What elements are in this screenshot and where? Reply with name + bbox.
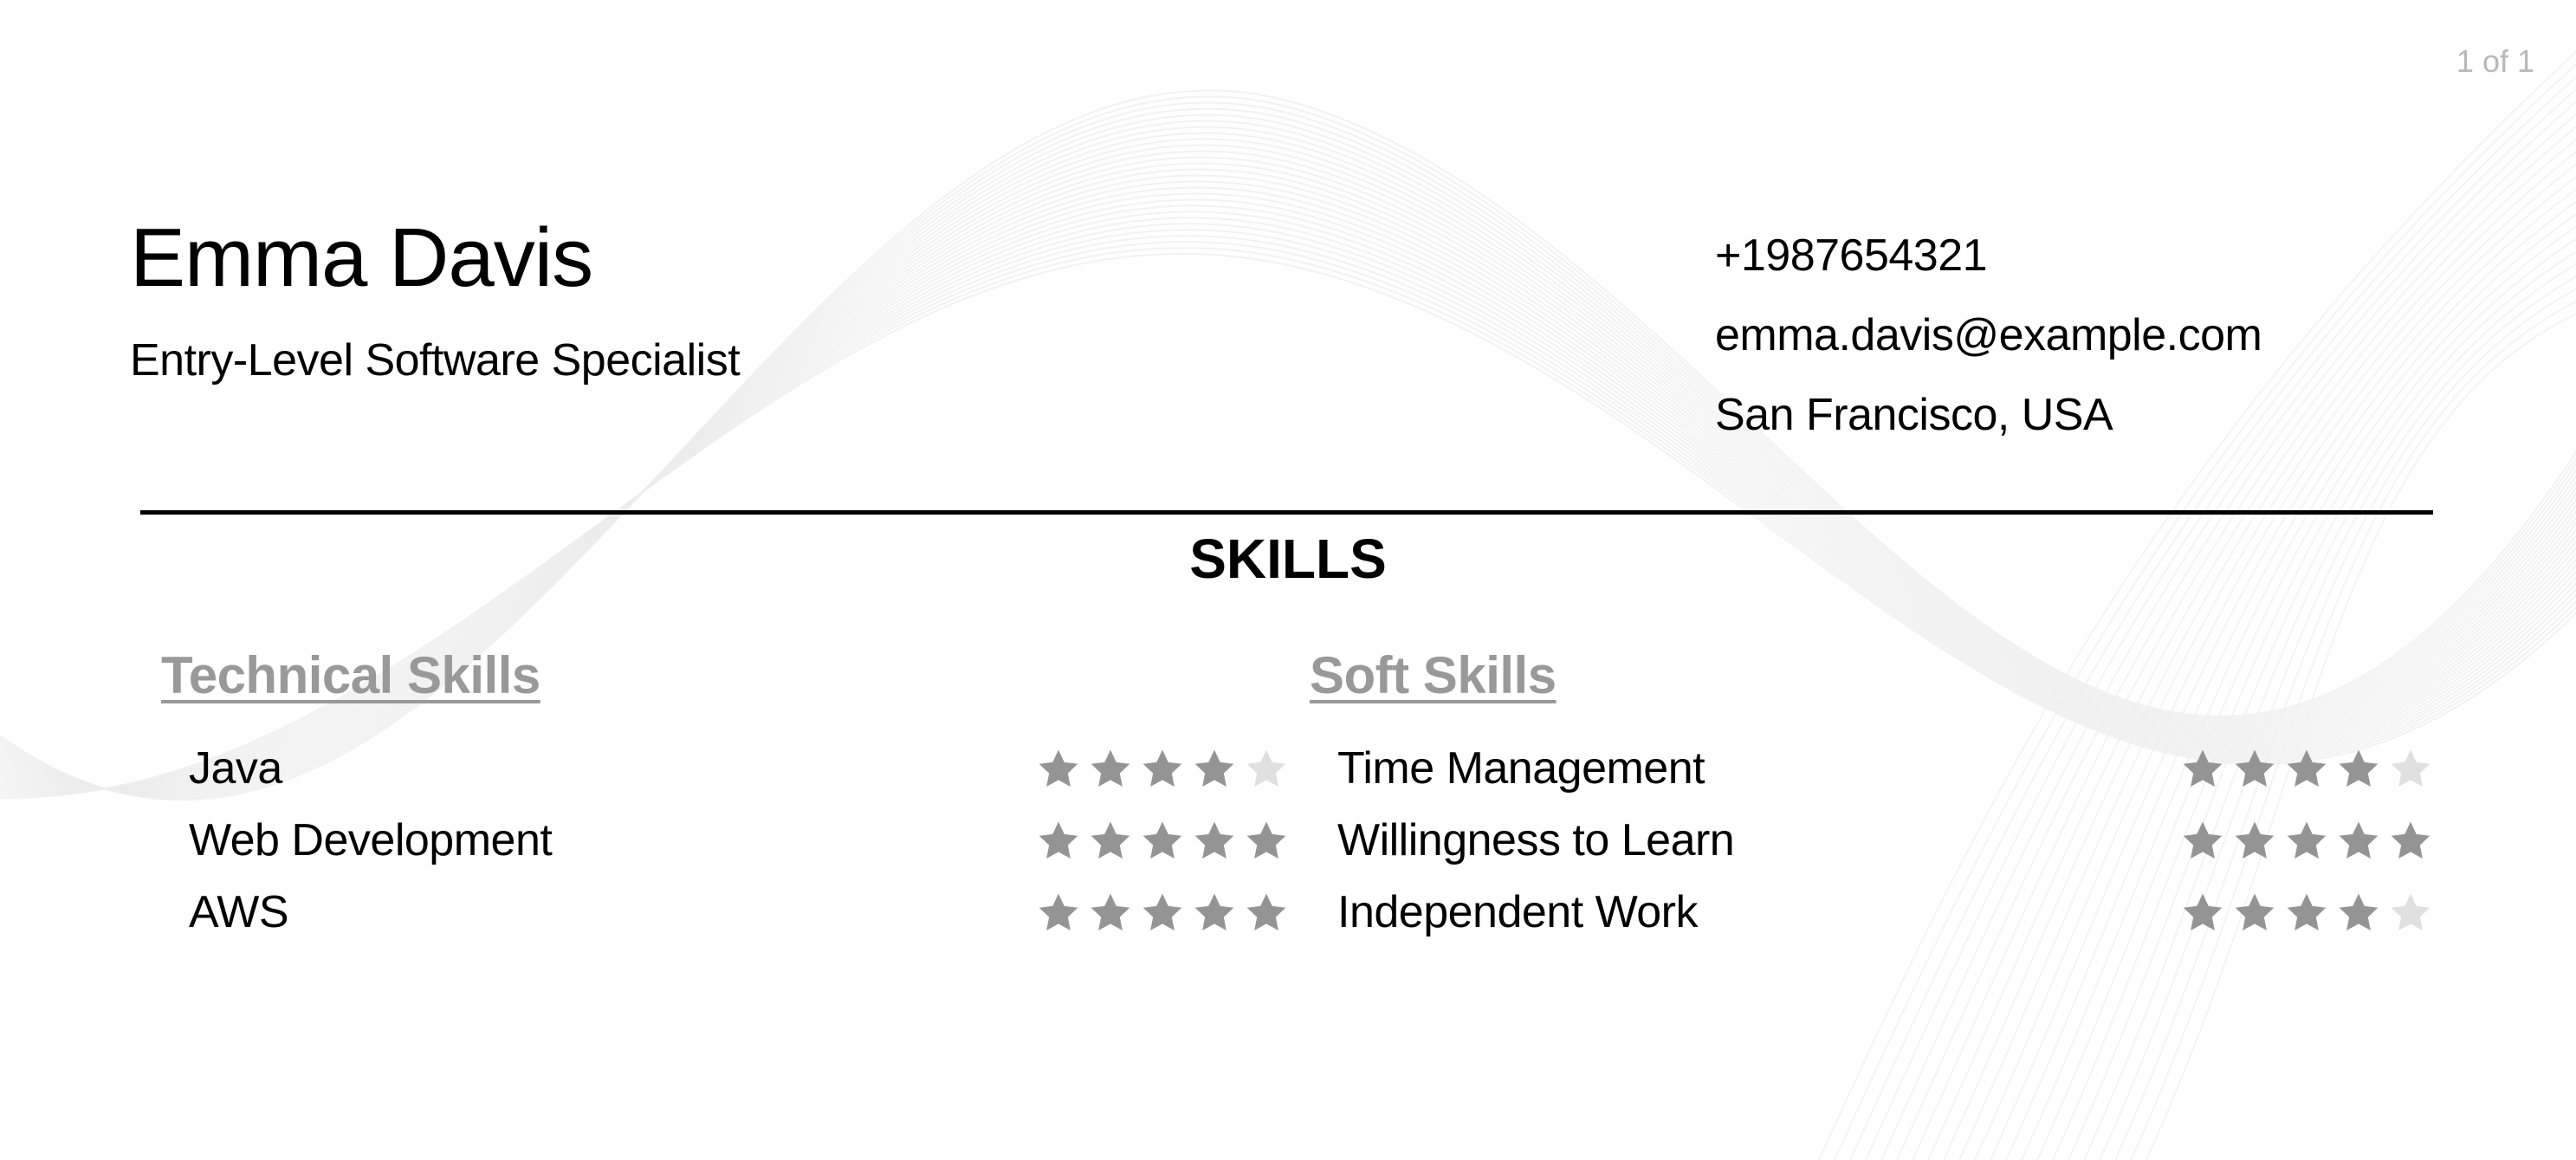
star-rating: [2180, 891, 2433, 934]
skill-group-soft: Soft Skills Time Management Willingness …: [1310, 645, 2436, 948]
skill-name: AWS: [189, 886, 289, 937]
star-filled-icon: [2180, 891, 2225, 934]
star-filled-icon: [2284, 747, 2329, 790]
star-rating: [1036, 747, 1289, 790]
star-filled-icon: [2336, 891, 2381, 934]
page-indicator: 1 of 1: [2456, 43, 2534, 79]
skill-row: Willingness to Learn: [1310, 804, 2436, 876]
star-filled-icon: [2284, 819, 2329, 862]
star-filled-icon: [1088, 747, 1133, 790]
star-filled-icon: [2232, 747, 2277, 790]
skill-name: Web Development: [189, 814, 553, 865]
contact-location: San Francisco, USA: [1715, 390, 2113, 440]
star-rating: [2180, 819, 2433, 862]
star-filled-icon: [2284, 891, 2329, 934]
skill-row: Time Management: [1310, 732, 2436, 804]
skill-name: Willingness to Learn: [1337, 814, 1735, 865]
skill-name: Java: [189, 742, 282, 794]
star-empty-icon: [2388, 747, 2433, 790]
star-rating: [1036, 819, 1289, 862]
skill-group-heading: Technical Skills: [161, 646, 540, 704]
star-filled-icon: [1140, 747, 1185, 790]
candidate-title: Entry-Level Software Specialist: [130, 335, 741, 386]
contact-info: +1987654321 emma.davis@example.com San F…: [1715, 225, 2262, 464]
skill-row: Web Development: [161, 804, 1287, 876]
skill-group-heading: Soft Skills: [1310, 646, 1557, 704]
star-filled-icon: [1088, 891, 1133, 934]
contact-email: emma.davis@example.com: [1715, 310, 2262, 360]
star-filled-icon: [1140, 891, 1185, 934]
star-empty-icon: [1244, 747, 1289, 790]
skill-group-technical: Technical Skills Java Web Development AW…: [161, 645, 1287, 948]
star-filled-icon: [2232, 891, 2277, 934]
star-filled-icon: [2336, 747, 2381, 790]
skill-name: Independent Work: [1337, 886, 1699, 937]
star-rating: [2180, 747, 2433, 790]
star-filled-icon: [1244, 891, 1289, 934]
skill-row: Java: [161, 732, 1287, 804]
star-filled-icon: [1036, 819, 1081, 862]
star-rating: [1036, 891, 1289, 934]
star-filled-icon: [1192, 747, 1237, 790]
section-divider: [140, 510, 2433, 515]
contact-phone: +1987654321: [1715, 230, 1988, 281]
resume-header: Emma Davis Entry-Level Software Speciali…: [130, 211, 741, 386]
star-filled-icon: [1192, 891, 1237, 934]
star-filled-icon: [2336, 819, 2381, 862]
star-filled-icon: [2180, 819, 2225, 862]
star-empty-icon: [2388, 891, 2433, 934]
skills-section-title: SKILLS: [1189, 528, 1387, 590]
star-filled-icon: [1140, 819, 1185, 862]
skill-name: Time Management: [1337, 742, 1705, 794]
star-filled-icon: [2388, 819, 2433, 862]
star-filled-icon: [2232, 819, 2277, 862]
star-filled-icon: [1036, 891, 1081, 934]
star-filled-icon: [1036, 747, 1081, 790]
star-filled-icon: [2180, 747, 2225, 790]
star-filled-icon: [1192, 819, 1237, 862]
skill-row: Independent Work: [1310, 876, 2436, 948]
star-filled-icon: [1088, 819, 1133, 862]
skill-row: AWS: [161, 876, 1287, 948]
star-filled-icon: [1244, 819, 1289, 862]
candidate-name: Emma Davis: [130, 211, 593, 304]
